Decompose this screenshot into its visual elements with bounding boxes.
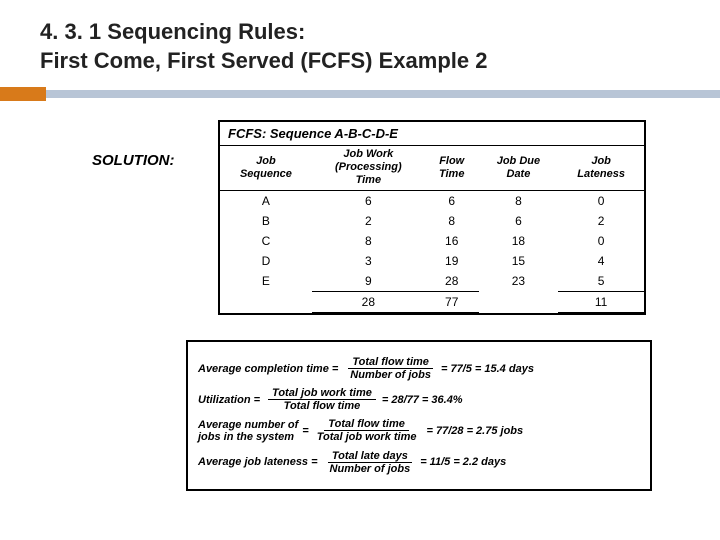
title-line-1: 4. 3. 1 Sequencing Rules:	[40, 19, 305, 44]
fraction: Total flow time Number of jobs	[346, 356, 435, 381]
horizontal-rule	[0, 87, 720, 105]
table-body: A 6 6 8 0 B 2 8 6 2 C 8 16 18 0 D	[220, 190, 644, 312]
fraction: Total job work time Total flow time	[268, 387, 376, 412]
fraction: Total late days Number of jobs	[326, 450, 415, 475]
total-flow: 77	[425, 291, 479, 312]
rule-accent-orange	[0, 87, 46, 101]
solution-label: SOLUTION:	[92, 152, 175, 169]
fcfs-table: Job Sequence Job Work (Processing) Time …	[220, 145, 644, 313]
fraction: Total flow time Total job work time	[313, 418, 421, 443]
table-row: D 3 19 15 4	[220, 251, 644, 271]
formula-avg-completion: Average completion time = Total flow tim…	[198, 356, 640, 381]
slide-title: 4. 3. 1 Sequencing Rules: First Come, Fi…	[0, 0, 720, 85]
table-row: C 8 16 18 0	[220, 231, 644, 251]
formula-avg-lateness: Average job lateness = Total late days N…	[198, 450, 640, 475]
table-row: B 2 8 6 2	[220, 211, 644, 231]
total-late: 11	[558, 291, 644, 312]
col-header-job: Job Sequence	[220, 146, 312, 191]
col-header-late: Job Lateness	[558, 146, 644, 191]
col-header-flow: Flow Time	[425, 146, 479, 191]
rule-accent-blue	[46, 90, 720, 98]
col-header-work: Job Work (Processing) Time	[312, 146, 425, 191]
table-totals-row: 28 77 11	[220, 291, 644, 312]
formula-avg-jobs: Average number of jobs in the system = T…	[198, 418, 640, 443]
table-row: A 6 6 8 0	[220, 190, 644, 211]
table-row: E 9 28 23 5	[220, 271, 644, 292]
title-line-2: First Come, First Served (FCFS) Example …	[40, 48, 487, 73]
fcfs-table-box: FCFS: Sequence A-B-C-D-E Job Sequence Jo…	[218, 120, 646, 315]
total-work: 28	[312, 291, 425, 312]
col-header-due: Job Due Date	[479, 146, 559, 191]
table-caption: FCFS: Sequence A-B-C-D-E	[220, 122, 644, 145]
formulas-box: Average completion time = Total flow tim…	[186, 340, 652, 491]
formula-utilization: Utilization = Total job work time Total …	[198, 387, 640, 412]
